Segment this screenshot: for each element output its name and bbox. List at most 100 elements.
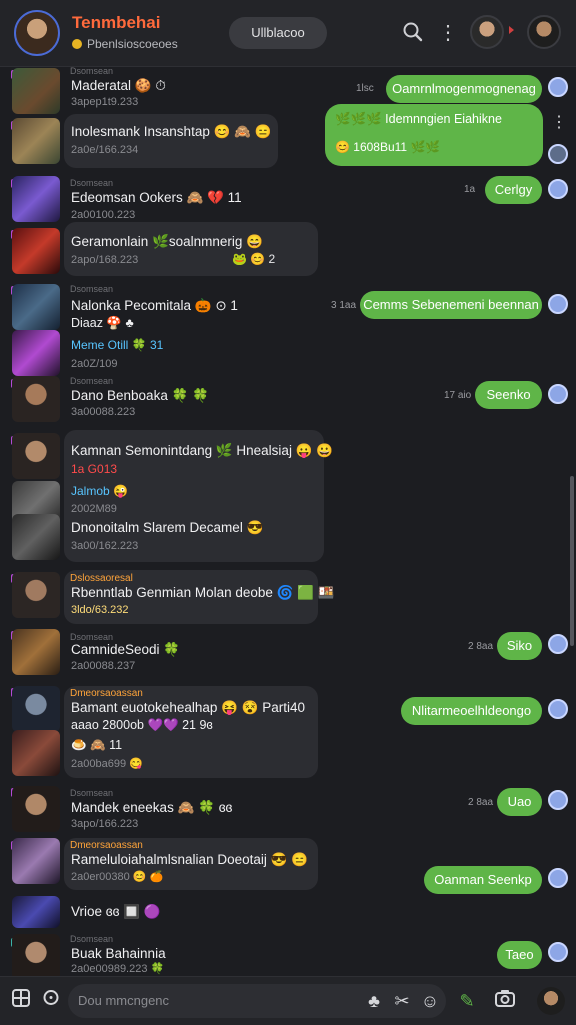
thumbnail-image[interactable] (12, 838, 60, 884)
message-title: Rameluloiahalmlsnalian Doeotaij 😎 😑 (71, 852, 308, 867)
message-line: Diaaz 🍄 ♣ (71, 316, 134, 330)
message-title: CamnideSeodi 🍀 (71, 642, 181, 657)
bubble-text: 🌿🌿🌿 Idemnngien Eiahikne (335, 112, 502, 126)
more-vertical-icon[interactable]: ⋮ (436, 21, 460, 45)
composer-bar: Dou mmcngenc ♣ ✂ ☺ ✎ (0, 976, 576, 1025)
thumbnail-image[interactable] (12, 330, 60, 376)
sender-tag: Dsomsean (70, 934, 114, 944)
out-time: 2 8aa (468, 797, 494, 808)
chat-subtitle: Pbenlsioscoeoes (72, 37, 178, 51)
thumbnail-image[interactable] (12, 572, 60, 618)
thumbnail-image[interactable] (12, 896, 60, 928)
sender-avatar (548, 634, 568, 654)
message-time: 3ldo/63.232 (71, 604, 129, 616)
grid-icon[interactable] (9, 989, 33, 1013)
outgoing-bubble[interactable]: Uao (497, 788, 542, 816)
reaction-row[interactable]: 🐸 😊 2 (232, 252, 275, 266)
arrow-icon (509, 26, 514, 34)
out-time: 3 1aa (331, 300, 357, 311)
message-highlight: 1a G013 (71, 462, 118, 476)
header-pill-button[interactable]: Ullblacoo (229, 17, 327, 49)
sender-avatar (548, 179, 568, 199)
message-list[interactable]: Dsomsean Maderatal 🍪 ⏱ 3apep1t9.233 1lsc… (0, 66, 576, 976)
thumbnail-image[interactable] (12, 686, 60, 732)
message-time: 3apo/166.223 (71, 818, 139, 830)
thumbnail-image[interactable] (12, 786, 60, 832)
sender-tag: Dsomsean (70, 788, 114, 798)
thumbnail-image[interactable] (12, 68, 60, 114)
message-title: Mandek eneekas 🙈 🍀 ɞɞ (71, 800, 233, 815)
message-time: 2a0e/166.234 (71, 144, 139, 156)
thumbnail-image[interactable] (12, 376, 60, 422)
incoming-bubble[interactable] (64, 114, 278, 168)
thumbnail-image[interactable] (12, 730, 60, 776)
outgoing-bubble[interactable]: Cerlgy (485, 176, 542, 204)
sender-avatar (548, 384, 568, 404)
member-avatar[interactable] (470, 15, 504, 49)
outgoing-bubble[interactable]: Siko (497, 632, 542, 660)
thumbnail-image[interactable] (12, 514, 60, 560)
sticker-icon[interactable]: ♣ (362, 989, 386, 1013)
thumbnail-image[interactable] (12, 176, 60, 222)
outgoing-bubble[interactable]: Oamrnlmogenmognenag (386, 75, 542, 103)
outgoing-bubble[interactable]: 🌿🌿🌿 Idemnngien Eiahikne 😊 1608Bu11 🌿🌿 (325, 104, 543, 166)
sender-avatar (548, 144, 568, 164)
message-title: Dano Benboaka 🍀 🍀 (71, 388, 209, 403)
sender-tag: Dmeorsaoassan (70, 688, 143, 699)
message-title: Bamant euotokehealhap 😝 😵 Parti40 (71, 700, 306, 715)
message-title: Inolesmank Insanshtap 😊 🙈 😑 (71, 124, 272, 139)
out-time: 17 aio (444, 390, 472, 401)
profile-avatar[interactable] (527, 15, 561, 49)
message-title: Rbenntlab Genmian Molan deobe 🌀 🟩 🍱 (71, 585, 335, 600)
camera-icon[interactable] (493, 989, 517, 1013)
sender-avatar (548, 77, 568, 97)
sender-tag: Dsomsean (70, 376, 114, 386)
sender-avatar (548, 790, 568, 810)
message-title: Maderatal 🍪 ⏱ (71, 78, 166, 93)
message-time: 2apo/168.223 (71, 254, 139, 266)
out-time: 2 8aa (468, 641, 494, 652)
outgoing-bubble[interactable]: Nlitarmeoelhldeongo (401, 697, 542, 725)
sender-avatar (548, 699, 568, 719)
message-time: 2a00088.237 (71, 660, 136, 672)
emoji-icon[interactable]: ☺ (418, 989, 442, 1013)
search-icon[interactable] (401, 21, 425, 45)
scrollbar[interactable] (570, 476, 574, 646)
scissors-icon[interactable]: ✂ (390, 989, 414, 1013)
bubble-subtext: 😊 1608Bu11 🌿🌿 (335, 140, 441, 154)
outgoing-bubble[interactable]: Cemms Sebenemeni beennan (360, 291, 542, 319)
message-line: aaao 2800ob 💜💜 21 9ɞ (71, 718, 213, 732)
thumbnail-image[interactable] (12, 228, 60, 274)
thumbnail-image[interactable] (12, 433, 60, 479)
group-avatar[interactable] (14, 10, 60, 56)
message-link[interactable]: Jalmob 😜 (71, 484, 128, 498)
sender-avatar (548, 294, 568, 314)
user-avatar[interactable] (537, 987, 565, 1015)
more-icon[interactable]: ⋮ (551, 112, 567, 132)
chat-bubble-icon[interactable] (39, 989, 63, 1013)
sender-tag: Dsomsean (70, 66, 114, 76)
outgoing-bubble[interactable]: Taeo (497, 941, 542, 969)
outgoing-bubble[interactable]: Oanman Seenkp (424, 866, 542, 894)
message-title: Vrioe ɞɞ 🔲 🟣 (71, 904, 161, 919)
thumbnail-image[interactable] (12, 629, 60, 675)
outgoing-bubble[interactable]: Seenko (475, 381, 542, 409)
message-time: 2a0Z/109 (71, 358, 118, 370)
thumbnail-image[interactable] (12, 934, 60, 976)
sender-tag: Dsomsean (70, 632, 114, 642)
message-time: 3a00/162.223 (71, 540, 139, 552)
thumbnail-image[interactable] (12, 118, 60, 164)
sender-avatar (548, 942, 568, 962)
message-time: 2a0er00380 😊 🍊 (71, 871, 164, 883)
thumbnail-image[interactable] (12, 284, 60, 330)
message-title: Buak Bahainnia (71, 946, 166, 961)
pen-icon[interactable]: ✎ (455, 989, 479, 1013)
message-time: 2002M89 (71, 503, 117, 515)
message-title: Nalonka Pecomitala 🎃 ⊙ 1 (71, 298, 238, 313)
message-link[interactable]: Meme Otill 🍀 31 (71, 338, 163, 352)
out-time: 1lsc (356, 83, 374, 94)
status-dot-icon (72, 39, 82, 49)
message-time: 2a0e00989.223 🍀 (71, 963, 165, 975)
sender-tag: Dmeorsaoassan (70, 840, 143, 851)
chat-header: Tenmbehai Pbenlsioscoeoes Ullblacoo ⋮ (0, 0, 576, 67)
